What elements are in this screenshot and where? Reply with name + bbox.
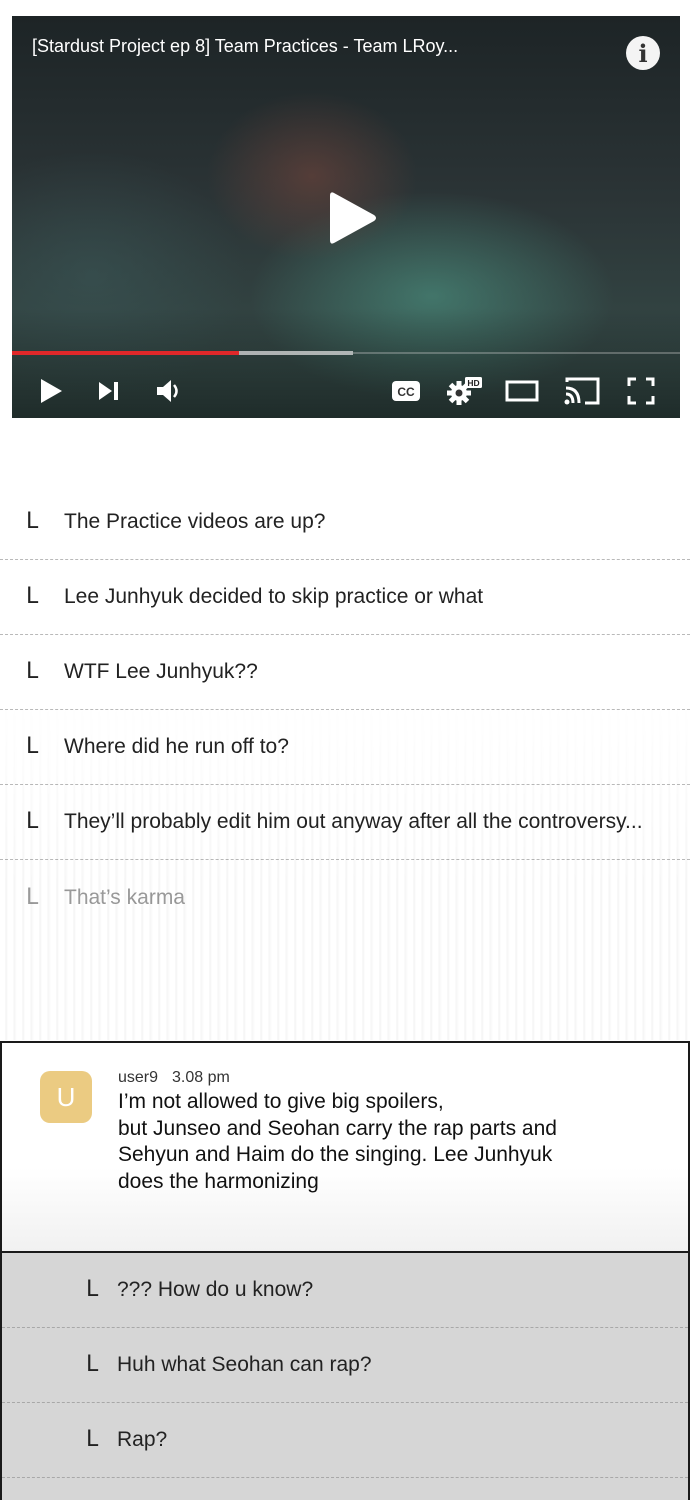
- volume-icon[interactable]: [154, 376, 184, 406]
- progress-buffered-bar[interactable]: [12, 351, 353, 355]
- nested-reply-list: L ??? How do u know? L Huh what Seohan c…: [0, 1251, 690, 1500]
- reply-arrow-icon: L: [26, 884, 39, 910]
- comment-body: I’m not allowed to give big spoilers, bu…: [118, 1089, 638, 1195]
- fullscreen-icon[interactable]: [624, 376, 658, 406]
- reply-item[interactable]: L That’s karma: [0, 860, 690, 935]
- reply-text: Rap?: [117, 1428, 168, 1451]
- nested-reply-item[interactable]: L ??? How do u know?: [2, 1253, 688, 1328]
- hd-badge: HD: [467, 378, 479, 388]
- progress-remaining-bar[interactable]: [353, 352, 680, 354]
- reply-item[interactable]: L The Practice videos are up?: [0, 485, 690, 560]
- theater-icon[interactable]: [504, 376, 540, 406]
- comment-timestamp: 3.08 pm: [172, 1069, 230, 1086]
- reply-arrow-icon: L: [26, 509, 39, 534]
- cast-icon[interactable]: [562, 376, 602, 406]
- reply-item[interactable]: L Where did he run off to?: [0, 710, 690, 785]
- comment-line: I’m not allowed to give big spoilers,: [118, 1090, 444, 1113]
- comment-line: does the harmonizing: [118, 1169, 319, 1193]
- comment-meta: user9 3.08 pm: [118, 1069, 230, 1087]
- settings-hd-icon[interactable]: HD: [444, 376, 484, 406]
- reply-text: That’s karma: [64, 885, 185, 909]
- comment-card[interactable]: U user9 3.08 pm I’m not allowed to give b…: [0, 1041, 690, 1253]
- reply-text: WTF Lee Junhyuk??: [64, 660, 258, 683]
- reply-text: Huh what Seohan can rap?: [117, 1353, 372, 1376]
- play-icon[interactable]: [36, 376, 66, 406]
- reply-list: L The Practice videos are up? L Lee Junh…: [0, 485, 690, 935]
- reply-arrow-icon: L: [86, 1277, 99, 1302]
- progress-played-bar[interactable]: [12, 351, 239, 355]
- reply-arrow-icon: L: [26, 659, 39, 684]
- video-player[interactable]: [Stardust Project ep 8] Team Practices -…: [12, 16, 680, 418]
- avatar[interactable]: U: [40, 1071, 92, 1123]
- comment-line: but Junseo and Seohan carry the rap part…: [118, 1116, 557, 1140]
- reply-text: They’ll probably edit him out anyway aft…: [64, 810, 643, 833]
- reply-item[interactable]: L They’ll probably edit him out anyway a…: [0, 785, 690, 860]
- big-play-icon[interactable]: [328, 190, 378, 246]
- reply-arrow-icon: L: [26, 584, 39, 609]
- next-icon[interactable]: [96, 376, 122, 406]
- comment-username[interactable]: user9: [118, 1069, 158, 1086]
- comment-line: Sehyun and Haim do the singing. Lee Junh…: [118, 1143, 553, 1166]
- reply-text: ??? How do u know?: [117, 1278, 314, 1301]
- video-title[interactable]: [Stardust Project ep 8] Team Practices -…: [32, 36, 592, 57]
- reply-item[interactable]: L Lee Junhyuk decided to skip practice o…: [0, 560, 690, 635]
- reply-arrow-icon: L: [86, 1427, 99, 1452]
- nested-reply-item[interactable]: L Rap?: [2, 1403, 688, 1478]
- reply-text: Where did he run off to?: [64, 735, 289, 758]
- reply-text: Lee Junhyuk decided to skip practice or …: [64, 585, 484, 608]
- reply-arrow-icon: L: [26, 809, 39, 834]
- reply-item[interactable]: L WTF Lee Junhyuk??: [0, 635, 690, 710]
- reply-arrow-icon: L: [26, 734, 39, 759]
- captions-label: CC: [397, 385, 415, 399]
- info-icon[interactable]: i: [626, 36, 660, 70]
- captions-icon[interactable]: CC: [390, 376, 422, 406]
- reply-text: The Practice videos are up?: [64, 510, 326, 533]
- nested-reply-item[interactable]: L Huh what Seohan can rap?: [2, 1328, 688, 1403]
- reply-arrow-icon: L: [86, 1352, 99, 1377]
